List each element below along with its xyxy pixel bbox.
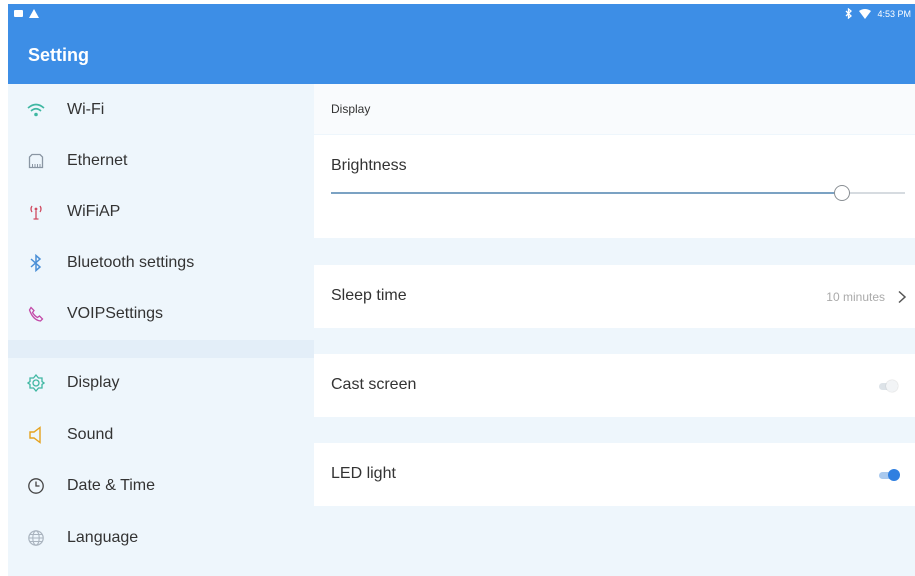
sidebar-item-label: Display	[67, 374, 120, 391]
led-light-row: LED light	[314, 443, 915, 506]
brightness-slider[interactable]	[331, 185, 905, 201]
sidebar-item-label: Bluetooth settings	[67, 254, 195, 271]
status-left-icons	[14, 9, 39, 18]
sidebar-item-sound[interactable]: Sound	[8, 410, 314, 460]
sidebar-divider	[8, 340, 314, 358]
brightness-slider-thumb[interactable]	[834, 185, 850, 201]
bluetooth-icon	[26, 253, 46, 273]
warning-icon	[29, 9, 39, 18]
hotspot-icon	[26, 202, 46, 222]
sidebar-item-date-time[interactable]: Date & Time	[8, 461, 314, 511]
sidebar-item-label: WiFiAP	[67, 203, 121, 220]
phone-icon	[26, 304, 46, 324]
sidebar: Wi-Fi Ethernet WiFiAP Bluetooth settings…	[8, 84, 314, 576]
bluetooth-icon	[846, 8, 853, 19]
section-title: Display	[331, 102, 371, 116]
brightness-slider-fill	[331, 192, 842, 194]
cast-screen-toggle[interactable]	[879, 380, 899, 392]
cast-screen-label: Cast screen	[331, 376, 417, 393]
toggle-knob	[886, 380, 898, 392]
sidebar-item-wifiap[interactable]: WiFiAP	[8, 187, 314, 237]
sidebar-item-voip[interactable]: VOIPSettings	[8, 289, 314, 339]
status-right-icons: 4:53 PM	[845, 8, 911, 19]
brightness-label: Brightness	[331, 157, 407, 174]
speaker-icon	[26, 425, 46, 445]
sidebar-item-ethernet[interactable]: Ethernet	[8, 136, 314, 186]
globe-icon	[26, 528, 46, 548]
sidebar-item-display[interactable]: Display	[8, 358, 314, 408]
wifi-icon	[26, 100, 46, 120]
sidebar-item-wifi[interactable]: Wi-Fi	[8, 85, 314, 135]
led-light-toggle[interactable]	[879, 469, 900, 481]
sleep-time-value: 10 minutes	[826, 290, 885, 304]
sidebar-item-bluetooth[interactable]: Bluetooth settings	[8, 238, 314, 288]
status-time: 4:53 PM	[877, 8, 911, 19]
status-bar: 4:53 PM	[8, 4, 915, 26]
sidebar-item-label: Ethernet	[67, 152, 128, 169]
sidebar-item-label: Sound	[67, 426, 114, 443]
sleep-time-label: Sleep time	[331, 287, 407, 304]
app-bar: Setting	[8, 26, 915, 84]
sidebar-item-label: Language	[67, 529, 139, 546]
led-light-label: LED light	[331, 465, 396, 482]
page-title: Setting	[28, 45, 89, 65]
wifi-icon	[859, 8, 872, 19]
toggle-knob	[888, 469, 900, 481]
sidebar-item-label: VOIPSettings	[67, 305, 164, 322]
display-icon	[26, 373, 46, 393]
sidebar-item-label: Date & Time	[67, 477, 156, 494]
brightness-card: Brightness	[314, 135, 915, 238]
main-panel: Display Brightness Sleep time 10 minutes…	[314, 84, 915, 576]
clock-icon	[26, 476, 46, 496]
sidebar-item-label: Wi-Fi	[67, 101, 105, 118]
chevron-right-icon	[898, 290, 907, 304]
sidebar-item-language[interactable]: Language	[8, 513, 314, 563]
ethernet-icon	[26, 151, 46, 171]
sleep-time-row[interactable]: Sleep time 10 minutes	[314, 265, 915, 328]
section-header: Display	[314, 84, 915, 134]
cast-screen-row: Cast screen	[314, 354, 915, 417]
message-icon	[14, 10, 23, 17]
